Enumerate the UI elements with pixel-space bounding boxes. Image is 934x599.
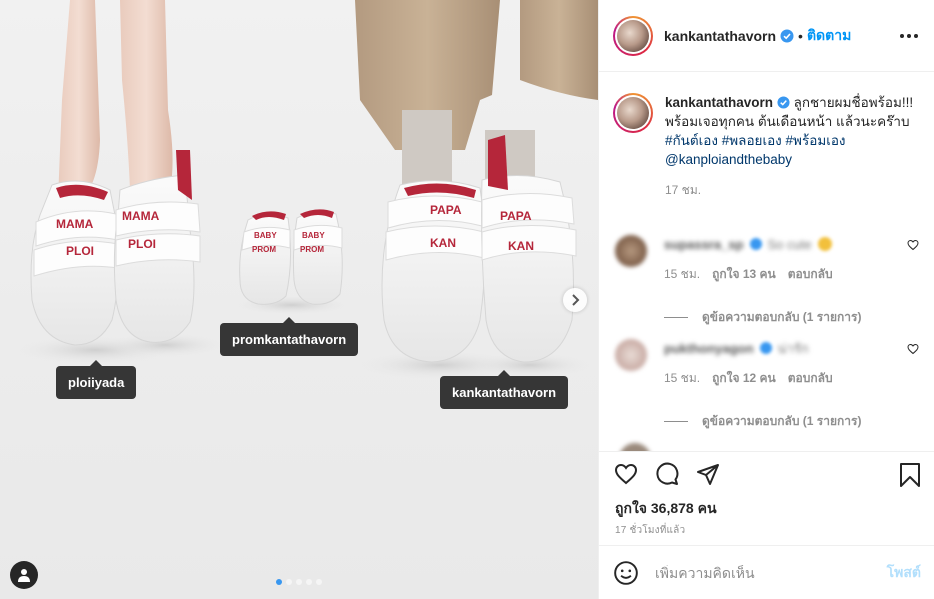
post-actions: ถูกใจ 36,878 คน 17 ชั่วโมงที่แล้ว — [599, 451, 934, 545]
mention-link[interactable]: @kanploiandthebaby — [665, 152, 792, 167]
shoe-label-ploi-left: PLOI — [66, 244, 94, 258]
shoe-label-kan-left: KAN — [430, 236, 456, 250]
comment-time[interactable]: 15 ชม. — [664, 369, 700, 388]
carousel-next-button[interactable] — [563, 288, 587, 312]
post-side-panel: kankantathavorn • ติดตาม kankantathavorn — [598, 0, 934, 599]
post-caption: kankantathavorn ลูกชายผมชื่อพร้อม!!! พร้… — [613, 93, 915, 200]
comment-input[interactable] — [655, 564, 887, 581]
shoe-label-prom-right: PROM — [300, 245, 324, 254]
shoe-label-ploi-right: PLOI — [128, 237, 156, 251]
shoes-photo: MAMA PLOI MAMA PLOI BABY PROM BABY PROM … — [15, 0, 598, 379]
shoe-label-papa-right: PAPA — [500, 209, 532, 223]
caption-time[interactable]: 17 ชม. — [665, 181, 915, 200]
replies-divider — [664, 317, 688, 318]
view-replies-button[interactable]: ดูข้อความตอบกลับ (1 รายการ) — [664, 412, 919, 431]
verified-badge-icon — [749, 238, 762, 250]
verified-badge-icon — [780, 29, 794, 43]
like-comment-heart-icon[interactable] — [907, 239, 919, 251]
show-tags-button[interactable] — [10, 561, 38, 589]
hashtag-link[interactable]: #กันต์เอง — [665, 133, 718, 148]
save-bookmark-icon[interactable] — [899, 462, 921, 488]
author-avatar[interactable] — [613, 15, 653, 56]
view-replies-label: ดูข้อความตอบกลับ (1 รายการ) — [702, 414, 862, 428]
post-header: kankantathavorn • ติดตาม — [599, 0, 934, 72]
comment-likes[interactable]: ถูกใจ 12 คน — [712, 369, 776, 388]
post-time-ago[interactable]: 17 ชั่วโมงที่แล้ว — [615, 523, 685, 538]
caption-username[interactable]: kankantathavorn — [665, 95, 773, 110]
hashtag-link[interactable]: #พลอยเอง — [722, 133, 782, 148]
carousel-dot — [286, 579, 292, 585]
shoe-label-prom-left: PROM — [252, 245, 276, 254]
reply-button[interactable]: ตอบกลับ — [788, 265, 833, 284]
shoe-label-kan-right: KAN — [508, 239, 534, 253]
shoe-label-mama-left: MAMA — [56, 217, 94, 231]
hashtag-link[interactable]: #พร้อมเอง — [786, 133, 846, 148]
likes-count[interactable]: ถูกใจ 36,878 คน — [615, 498, 717, 520]
shoe-label-papa-left: PAPA — [430, 203, 462, 217]
more-options-icon[interactable] — [900, 28, 918, 44]
comment-text: น่ารัก — [777, 340, 809, 356]
post-photo[interactable]: MAMA PLOI MAMA PLOI BABY PROM BABY PROM … — [0, 0, 598, 599]
user-tag-ploiiyada[interactable]: ploiiyada — [56, 360, 137, 399]
comment-text: So cute — [767, 236, 812, 252]
author-username[interactable]: kankantathavorn — [664, 28, 776, 44]
verified-badge-icon — [759, 342, 772, 354]
reply-button[interactable]: ตอบกลับ — [788, 369, 833, 388]
shoe-label-mama-right: MAMA — [122, 209, 160, 223]
comment-item: pukthonyagon น่ารัก 15 ชม. ถูกใจ 12 คน ต… — [615, 339, 919, 431]
caption-avatar[interactable] — [613, 93, 653, 133]
chevron-right-icon — [572, 294, 580, 306]
commenter-avatar[interactable] — [615, 339, 647, 371]
carousel-dot — [306, 579, 312, 585]
shoe-label-baby-right: BABY — [302, 231, 325, 240]
view-replies-button[interactable]: ดูข้อความตอบกลับ (1 รายการ) — [664, 308, 919, 327]
commenter-avatar[interactable] — [619, 443, 651, 451]
commenter-avatar[interactable] — [615, 235, 647, 267]
shoe-label-baby-left: BABY — [254, 231, 277, 240]
replies-divider — [664, 421, 688, 422]
comments-list[interactable]: kankantathavorn ลูกชายผมชื่อพร้อม!!! พร้… — [599, 73, 934, 451]
comment-icon[interactable] — [654, 462, 680, 486]
carousel-dot-active — [276, 579, 282, 585]
carousel-indicator — [276, 579, 322, 585]
carousel-dot — [316, 579, 322, 585]
add-comment-bar: โพสต์ — [599, 545, 934, 599]
share-direct-icon[interactable] — [695, 462, 721, 486]
user-tag-promkantathavorn[interactable]: promkantathavorn — [220, 317, 359, 356]
comment-username[interactable]: supassra_sp — [664, 237, 744, 252]
comment-username[interactable]: pukthonyagon — [664, 341, 754, 356]
verified-badge-icon — [777, 96, 790, 109]
comment-item: supassra_sp So cute 15 ชม. ถูกใจ 13 คน ต… — [615, 235, 919, 327]
follow-button[interactable]: ติดตาม — [807, 25, 851, 47]
header-separator: • — [798, 27, 803, 44]
user-icon — [18, 569, 30, 582]
comment-time[interactable]: 15 ชม. — [664, 265, 700, 284]
post-comment-button[interactable]: โพสต์ — [887, 562, 921, 584]
like-comment-heart-icon[interactable] — [907, 343, 919, 355]
emoji-picker-icon[interactable] — [613, 560, 639, 586]
like-heart-icon[interactable] — [613, 462, 639, 486]
emoji-icon — [817, 237, 832, 251]
carousel-dot — [296, 579, 302, 585]
comment-likes[interactable]: ถูกใจ 13 คน — [712, 265, 776, 284]
view-replies-label: ดูข้อความตอบกลับ (1 รายการ) — [702, 310, 862, 324]
user-tag-kankantathavorn[interactable]: kankantathavorn — [440, 370, 569, 409]
